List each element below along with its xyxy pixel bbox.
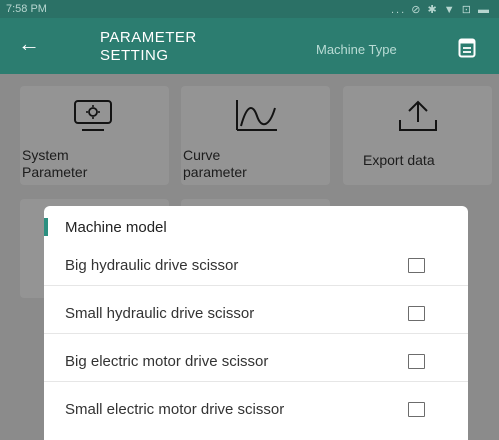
back-arrow-icon[interactable]: ←	[18, 32, 40, 56]
page-title-line2: SETTING	[100, 47, 169, 64]
app-bar: ← PARAMETER SETTING Machine Type	[0, 18, 499, 74]
option-label: Big electric motor drive scissor	[65, 353, 269, 370]
option-small-hydraulic[interactable]: Small hydraulic drive scissor	[44, 294, 468, 334]
option-label: Small electric motor drive scissor	[65, 401, 285, 418]
page-title-line1: PARAMETER	[100, 29, 197, 46]
dialog-accent-bar	[44, 218, 48, 236]
dialog-title: Machine model	[65, 219, 167, 236]
checkbox[interactable]	[408, 354, 425, 369]
checkbox[interactable]	[408, 258, 425, 273]
status-bar: 7:58 PM ... ⊘ ✱ ▼ ⊡ ▬	[0, 0, 499, 18]
option-label: Small hydraulic drive scissor	[65, 305, 255, 322]
machine-type-button[interactable]: Machine Type	[316, 42, 397, 57]
status-time: 7:58 PM	[6, 3, 47, 15]
option-small-electric[interactable]: Small electric motor drive scissor	[44, 390, 468, 430]
option-big-hydraulic[interactable]: Big hydraulic drive scissor	[44, 246, 468, 286]
document-icon[interactable]	[458, 38, 476, 58]
machine-model-dialog: Machine model Big hydraulic drive scisso…	[44, 206, 468, 440]
checkbox[interactable]	[408, 306, 425, 321]
option-big-electric[interactable]: Big electric motor drive scissor	[44, 342, 468, 382]
checkbox[interactable]	[408, 402, 425, 417]
status-icons: ... ⊘ ✱ ▼ ⊡ ▬	[391, 4, 491, 16]
page-title: PARAMETER SETTING	[100, 29, 240, 65]
option-label: Big hydraulic drive scissor	[65, 257, 239, 274]
